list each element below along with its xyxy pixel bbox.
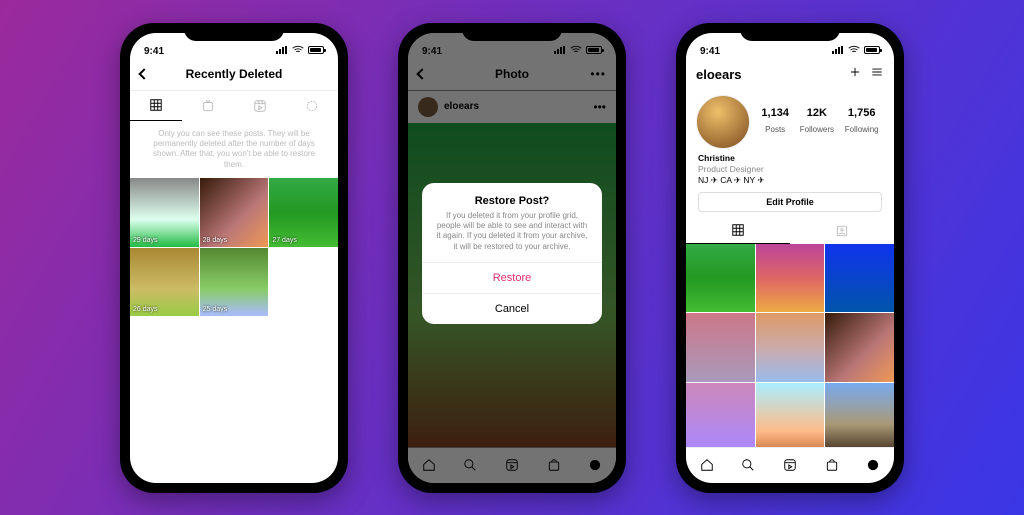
- tagged-icon: [835, 224, 849, 238]
- modal-title: Restore Post?: [422, 183, 602, 211]
- info-text: Only you can see these posts. They will …: [130, 121, 338, 179]
- search-icon[interactable]: [741, 458, 755, 472]
- stat-posts[interactable]: 1,134 Posts: [761, 107, 789, 137]
- notch: [184, 23, 284, 41]
- post-thumb[interactable]: [825, 244, 894, 313]
- days-left: 26 days: [133, 306, 158, 313]
- wifi-icon: [847, 43, 861, 57]
- content-type-tabs: [130, 91, 338, 121]
- tab-stories[interactable]: [286, 91, 338, 121]
- days-left: 28 days: [203, 237, 228, 244]
- post-thumb[interactable]: [756, 383, 825, 447]
- clock: 9:41: [144, 46, 164, 57]
- header: Recently Deleted: [130, 59, 338, 91]
- bio-location: NJ ✈ CA ✈ NY ✈: [698, 175, 882, 186]
- home-indicator[interactable]: [194, 486, 274, 489]
- grid-icon: [731, 223, 745, 237]
- following-count: 1,756: [845, 107, 879, 119]
- signal-icon: [276, 46, 288, 54]
- tab-tagged[interactable]: [790, 218, 894, 244]
- modal-body: If you deleted it from your profile grid…: [422, 211, 602, 263]
- wifi-icon: [291, 43, 305, 57]
- post-thumb[interactable]: [825, 313, 894, 382]
- home-indicator[interactable]: [750, 486, 830, 489]
- days-left: 27 days: [272, 237, 297, 244]
- bio-subtitle: Product Designer: [698, 164, 882, 175]
- stat-followers[interactable]: 12K Followers: [800, 107, 834, 137]
- tab-grid[interactable]: [686, 218, 790, 244]
- profile-avatar[interactable]: [696, 95, 750, 149]
- following-label: Following: [845, 125, 879, 134]
- profile-icon[interactable]: [866, 458, 880, 472]
- post-thumb[interactable]: [756, 313, 825, 382]
- hamburger-icon: [870, 65, 884, 79]
- home-indicator[interactable]: [472, 486, 552, 489]
- profile-stats-row: 1,134 Posts 12K Followers 1,756 Following: [686, 91, 894, 153]
- clock: 9:41: [700, 46, 720, 57]
- menu-button[interactable]: [870, 65, 884, 84]
- post-thumb[interactable]: [686, 244, 755, 313]
- stat-following[interactable]: 1,756 Following: [845, 107, 879, 137]
- reels-icon[interactable]: [783, 458, 797, 472]
- bio-section: Christine Product Designer NJ ✈ CA ✈ NY …: [686, 153, 894, 192]
- post-thumb[interactable]: [825, 383, 894, 447]
- chevron-left-icon: [138, 68, 149, 79]
- username-title[interactable]: eloears: [696, 67, 742, 82]
- shop-icon[interactable]: [825, 458, 839, 472]
- deleted-thumb[interactable]: 28 days: [200, 178, 269, 247]
- notch: [740, 23, 840, 41]
- restore-modal: Restore Post? If you deleted it from you…: [422, 183, 602, 325]
- create-button[interactable]: [848, 65, 862, 84]
- igtv-icon: [201, 99, 215, 113]
- edit-profile-button[interactable]: Edit Profile: [698, 192, 882, 212]
- restore-button[interactable]: Restore: [422, 262, 602, 293]
- grid-icon: [149, 98, 163, 112]
- home-icon[interactable]: [700, 458, 714, 472]
- deleted-thumb[interactable]: 27 days: [269, 178, 338, 247]
- display-name: Christine: [698, 153, 882, 164]
- post-thumb[interactable]: [756, 244, 825, 313]
- cancel-button[interactable]: Cancel: [422, 293, 602, 324]
- followers-label: Followers: [800, 125, 834, 134]
- battery-icon: [308, 46, 324, 54]
- plus-icon: [848, 65, 862, 79]
- tab-reels[interactable]: [234, 91, 286, 121]
- back-button[interactable]: [140, 65, 148, 83]
- posts-count: 1,134: [761, 107, 789, 119]
- tab-igtv[interactable]: [182, 91, 234, 121]
- deleted-thumb[interactable]: 25 days: [200, 248, 269, 317]
- days-left: 29 days: [133, 237, 158, 244]
- notch: [462, 23, 562, 41]
- deleted-thumb[interactable]: 26 days: [130, 248, 199, 317]
- followers-count: 12K: [800, 107, 834, 119]
- reels-icon: [253, 99, 267, 113]
- profile-grid: [686, 244, 894, 447]
- post-thumb[interactable]: [686, 383, 755, 447]
- battery-icon: [864, 46, 880, 54]
- posts-label: Posts: [765, 125, 785, 134]
- days-left: 25 days: [203, 306, 228, 313]
- story-icon: [305, 99, 319, 113]
- tab-grid[interactable]: [130, 91, 182, 121]
- phone-profile: 9:41 eloears 1,134 Posts 12K Followers 1,7…: [676, 23, 904, 493]
- signal-icon: [832, 46, 844, 54]
- deleted-grid: 29 days 28 days 27 days 26 days 25 days: [130, 178, 338, 316]
- deleted-thumb[interactable]: 29 days: [130, 178, 199, 247]
- phone-restore-dialog: 9:41 Photo ••• eloears ••• Re: [398, 23, 626, 493]
- profile-tabs: [686, 218, 894, 244]
- phone-recently-deleted: 9:41 Recently Deleted Only you can see t…: [120, 23, 348, 493]
- page-title: Recently Deleted: [186, 67, 283, 81]
- bottom-nav: [686, 447, 894, 483]
- post-thumb[interactable]: [686, 313, 755, 382]
- profile-header: eloears: [686, 59, 894, 91]
